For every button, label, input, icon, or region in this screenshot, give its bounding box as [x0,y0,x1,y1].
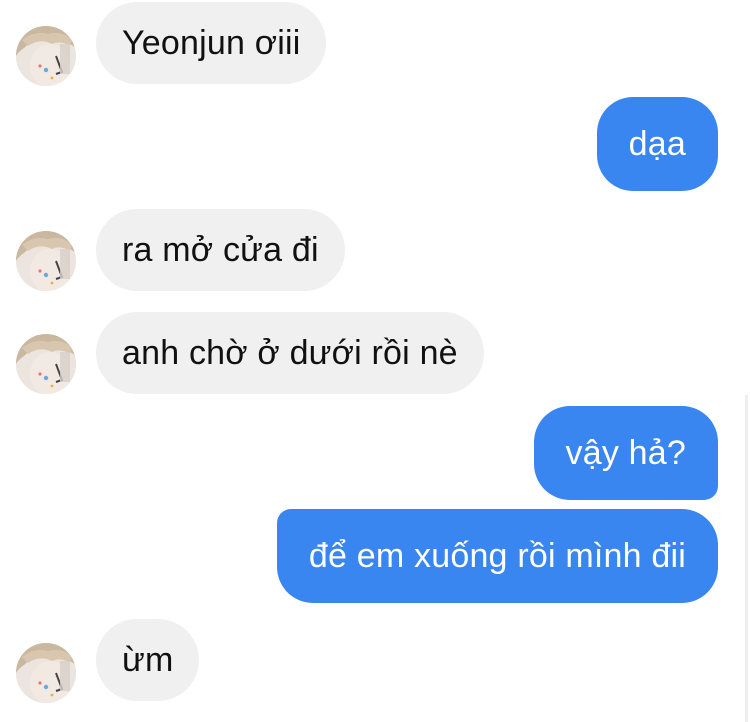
message-bubble-incoming[interactable]: anh chờ ở dưới rồi nè [96,312,484,394]
message-bubble-outgoing[interactable]: vậy hả? [533,406,718,500]
avatar-photo-icon [16,334,76,394]
message-bubble-incoming[interactable]: ra mở cửa đi [96,209,345,291]
avatar-photo-icon [16,26,76,86]
scrollbar-track[interactable] [745,395,748,722]
contact-avatar[interactable] [16,231,76,291]
contact-avatar[interactable] [16,334,76,394]
contact-avatar[interactable] [16,643,76,703]
message-bubble-incoming[interactable]: ừm [96,619,200,701]
message-bubble-incoming[interactable]: Yeonjun ơiii [96,2,327,84]
avatar-photo-icon [16,643,76,703]
contact-avatar[interactable] [16,26,76,86]
avatar-photo-icon [16,231,76,291]
message-bubble-outgoing[interactable]: dạa [596,97,718,191]
message-bubble-outgoing[interactable]: để em xuống rồi mình đii [276,509,718,603]
